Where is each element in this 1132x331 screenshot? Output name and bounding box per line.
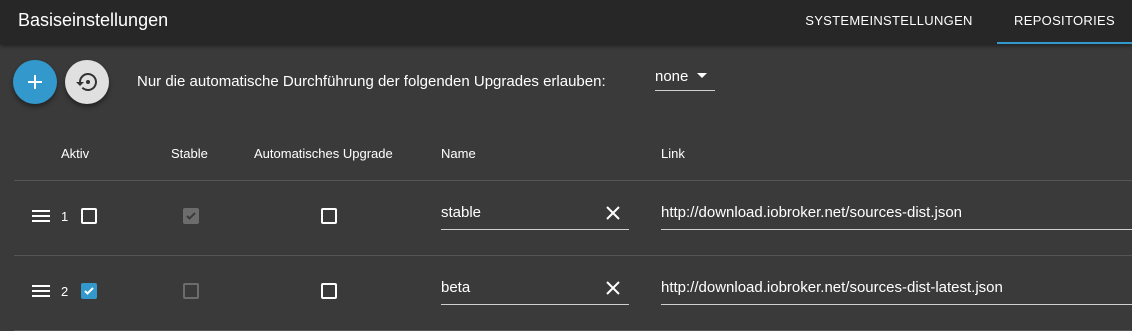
column-header-stable: Stable bbox=[171, 146, 208, 161]
drag-handle-icon[interactable] bbox=[32, 285, 50, 297]
name-field[interactable]: stable bbox=[441, 200, 629, 230]
plus-icon bbox=[28, 75, 42, 89]
row-index: 1 bbox=[61, 209, 69, 224]
clear-icon[interactable] bbox=[605, 205, 621, 221]
link-field[interactable]: http://download.iobroker.net/sources-dis… bbox=[661, 200, 1132, 230]
upgrade-policy-label: Nur die automatische Durchführung der fo… bbox=[137, 73, 606, 90]
link-value[interactable]: http://download.iobroker.net/sources-dis… bbox=[661, 279, 1003, 296]
stable-checkbox bbox=[183, 208, 199, 224]
stable-checkbox bbox=[183, 283, 199, 299]
column-header-name: Name bbox=[441, 146, 476, 161]
checkmark-icon bbox=[84, 287, 94, 295]
add-repository-button[interactable] bbox=[13, 60, 57, 104]
tab-repositories[interactable]: REPOSITORIES bbox=[997, 0, 1132, 44]
table-row: 1 stable http://download.iobroker.net/so… bbox=[14, 180, 1132, 255]
drag-handle-icon[interactable] bbox=[32, 210, 50, 222]
app-bar: Basiseinstellungen SYSTEMEINSTELLUNGEN R… bbox=[0, 0, 1132, 44]
name-field[interactable]: beta bbox=[441, 275, 629, 305]
active-checkbox[interactable] bbox=[81, 283, 97, 299]
tab-systemeinstellungen[interactable]: SYSTEMEINSTELLUNGEN bbox=[782, 0, 996, 44]
clear-icon[interactable] bbox=[605, 280, 621, 296]
auto-upgrade-checkbox[interactable] bbox=[321, 283, 337, 299]
link-field[interactable]: http://download.iobroker.net/sources-dis… bbox=[661, 275, 1132, 305]
upgrade-policy-value: none bbox=[655, 68, 689, 85]
active-checkbox[interactable] bbox=[81, 208, 97, 224]
page-title: Basiseinstellungen bbox=[18, 10, 169, 30]
upgrade-policy-select[interactable]: none bbox=[655, 66, 715, 91]
restore-icon bbox=[76, 73, 97, 91]
name-value[interactable]: stable bbox=[441, 204, 481, 221]
link-value[interactable]: http://download.iobroker.net/sources-dis… bbox=[661, 204, 962, 221]
active-tab-indicator bbox=[997, 42, 1132, 44]
caret-down-icon bbox=[697, 73, 707, 78]
row-index: 2 bbox=[61, 284, 69, 299]
column-header-auto-upgrade: Automatisches Upgrade bbox=[254, 146, 393, 161]
restore-defaults-button[interactable] bbox=[65, 60, 109, 104]
column-header-aktiv: Aktiv bbox=[61, 146, 90, 161]
name-value[interactable]: beta bbox=[441, 279, 470, 296]
table-row: 2 beta http://download.iobroker.net/sour… bbox=[14, 255, 1132, 331]
checkmark-icon bbox=[186, 212, 196, 220]
auto-upgrade-checkbox[interactable] bbox=[321, 208, 337, 224]
column-header-link: Link bbox=[661, 146, 685, 161]
